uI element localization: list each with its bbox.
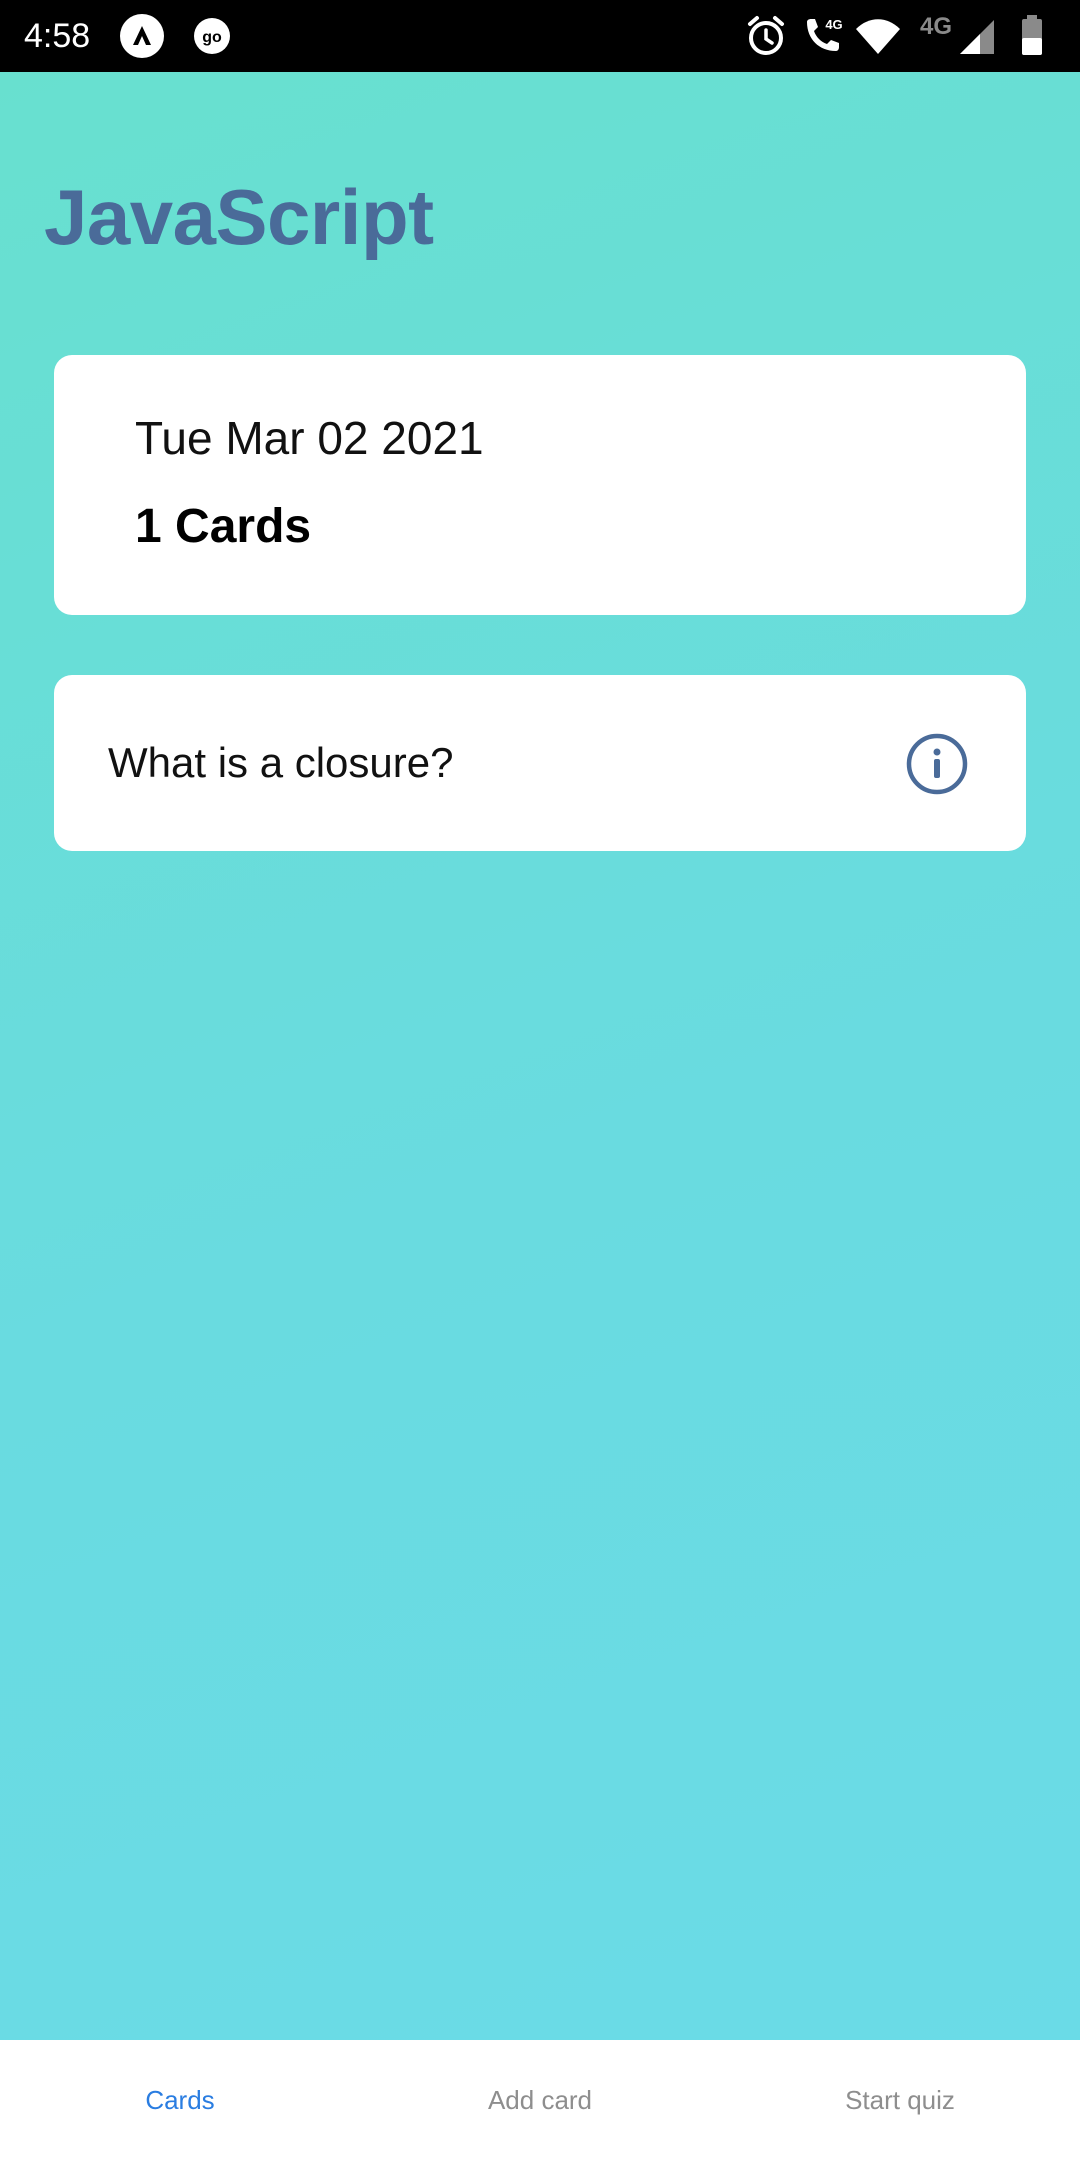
- question-text: What is a closure?: [108, 739, 454, 786]
- alarm-icon: [742, 12, 790, 60]
- info-icon[interactable]: [906, 733, 968, 795]
- deck-title: JavaScript: [44, 173, 434, 261]
- wifi-icon: [854, 12, 902, 60]
- deck-date: Tue Mar 02 2021: [135, 412, 484, 464]
- deck-card-count: 1 Cards: [135, 500, 312, 553]
- deck-summary-card: Tue Mar 02 2021 1 Cards: [54, 355, 1026, 615]
- bottom-tab-bar: Cards Add card Start quiz: [0, 2040, 1080, 2160]
- call-4g-icon: 4G: [798, 12, 846, 60]
- battery-icon: [1008, 12, 1056, 60]
- deck-screen: JavaScript Tue Mar 02 2021 1 Cards What …: [0, 72, 1080, 2040]
- question-card[interactable]: What is a closure?: [54, 675, 1026, 851]
- call-network-label: 4G: [825, 17, 842, 32]
- status-time: 4:58: [24, 17, 91, 55]
- signal-network-label: 4G: [920, 13, 952, 40]
- tab-start-quiz[interactable]: Start quiz: [720, 2040, 1080, 2160]
- app-a-icon: [118, 12, 166, 60]
- signal-4g-icon: 4G: [912, 12, 1008, 60]
- tab-add-card[interactable]: Add card: [360, 2040, 720, 2160]
- tab-cards[interactable]: Cards: [0, 2040, 360, 2160]
- svg-text:go: go: [202, 29, 222, 46]
- status-bar: 4:58 go 4G 4G: [0, 0, 1080, 72]
- go-icon: go: [188, 12, 236, 60]
